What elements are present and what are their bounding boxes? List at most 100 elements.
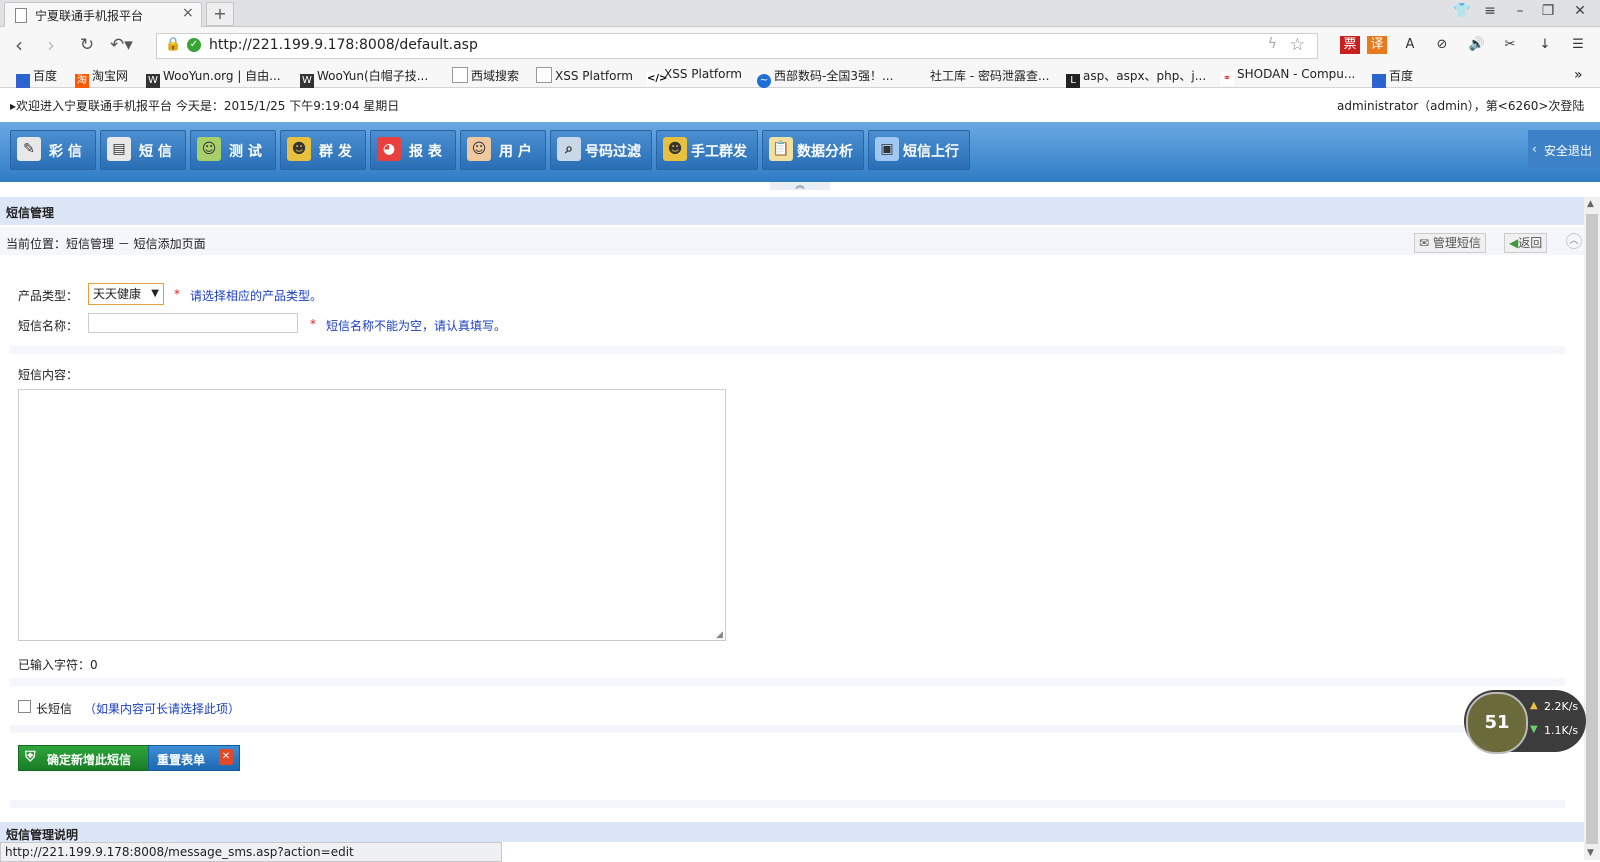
back-icon[interactable]: ‹ [8,33,30,57]
shirt-icon[interactable]: 👕 [1452,3,1472,19]
sms-name-input[interactable] [88,313,298,333]
bookmark-item[interactable]: 社工库 - 密码泄露查... [930,67,1049,84]
menu-item-sms[interactable]: ▤ 短 信 [100,130,186,170]
forward-icon[interactable]: › [40,33,62,57]
sms-name-hint: 短信名称不能为空，请认真填写。 [326,319,507,333]
url-text[interactable]: http://221.199.9.178:8008/default.asp [209,37,478,53]
menu-item-test[interactable]: ☺ 测 试 [190,130,276,170]
menu-item-broadcast[interactable]: ☻ 群 发 [280,130,366,170]
upload-speed: 2.2K/s [1544,700,1579,713]
required-mark: * [310,317,316,331]
bookmark-item[interactable]: 西域搜索 [452,67,519,84]
product-type-select[interactable]: 天天健康 ▼ [88,283,164,305]
new-tab-button[interactable]: + [206,2,234,26]
menu-icon[interactable]: ☰ [1568,36,1588,54]
download-arrow-icon: ▼ [1530,724,1538,735]
breadcrumb-text: 当前位置：短信管理 － 短信添加页面 [6,237,206,251]
sms-name-label: 短信名称： [18,319,79,333]
reset-button[interactable]: 重置表单 ✕ [148,745,240,771]
menu-item-data-analysis[interactable]: 📋 数据分析 [762,130,864,170]
restore-icon[interactable]: ❐ [1538,3,1558,19]
scroll-up-icon[interactable]: ▲ [1587,199,1594,209]
lock-icon: 🔒 [165,37,182,52]
back-button[interactable]: ◀返回 [1504,233,1548,253]
menu-icon[interactable]: ≡ [1480,3,1500,19]
user-icon: ☺ [467,137,491,161]
speed-logo: 51 [1466,692,1528,754]
browser-tab[interactable]: 宁夏联通手机报平台 × [4,2,202,27]
speaker-icon[interactable]: 🔊 [1467,36,1487,54]
compass-icon[interactable]: ⊘ [1432,36,1452,54]
divider [10,725,1565,733]
submit-button[interactable]: ⛨ 确定新增此短信 [18,745,150,771]
collapse-menu-toggle[interactable]: ︽ [770,182,830,191]
logout-button[interactable]: ‹ 安全退出 [1528,130,1600,168]
lightning-icon[interactable]: ϟ [1268,36,1277,52]
download-icon[interactable]: ↓ [1535,36,1555,54]
dropdown-arrow-icon: ▼ [151,288,159,299]
address-bar[interactable]: 🔒 ✓ http://221.199.9.178:8008/default.as… [156,33,1318,59]
browser-navbar: ‹ › ↻ ↶▾ 🔒 ✓ http://221.199.9.178:8008/d… [0,27,1600,63]
divider [10,678,1565,686]
menu-item-users[interactable]: ☺ 用 户 [460,130,546,170]
long-sms-label: 长短信 [36,702,73,716]
footer-section-title: 短信管理说明 [6,828,79,842]
scroll-down-icon[interactable]: ▼ [1587,848,1594,858]
welcome-text: ▸欢迎进入宁夏联通手机报平台 今天是：2015/1/25 下午9:19:04 星… [10,99,400,113]
long-sms-checkbox[interactable] [18,700,31,713]
char-count: 已输入字符：0 [18,658,98,672]
star-icon[interactable]: ☆ [1290,35,1305,55]
pie-chart-icon: ◕ [377,137,401,161]
menu-item-sms-uplink[interactable]: ▣ 短信上行 [868,130,970,170]
product-type-label: 产品类型： [18,289,79,303]
edit-icon: ✎ [17,137,41,161]
ticket-extension-icon[interactable]: 票 [1340,36,1360,54]
divider [10,346,1565,354]
adblock-icon[interactable]: A [1400,36,1420,54]
menu-item-mms[interactable]: ✎ 彩 信 [10,130,96,170]
content-label: 短信内容： [18,368,79,382]
bookmark-item[interactable]: ⚭ SHODAN - Compu... [1220,67,1355,86]
bookmark-item[interactable]: </>XSS Platform [647,67,742,86]
footer-section-header: 短信管理说明 [0,822,1584,842]
browser-tabbar: 宁夏联通手机报平台 × + 👕 ≡ – ❐ ✕ [0,0,1600,27]
page-icon [15,8,27,23]
bookmark-item[interactable]: 🐾 百度 [1372,67,1413,88]
close-window-icon[interactable]: ✕ [1570,3,1590,19]
manage-sms-button[interactable]: ✉ 管理短信 [1414,233,1486,253]
filter-icon: ⌕ [557,137,581,161]
bookmark-item[interactable]: 淘淘宝网 [75,67,128,88]
download-speed: 1.1K/s [1544,724,1579,737]
bookmark-item[interactable]: W WooYun(白帽子技... [300,67,428,88]
main-menu: ✎ 彩 信 ▤ 短 信 ☺ 测 试 ☻ 群 发 ◕ 报 表 ☺ 用 户 ⌕ 号码… [0,122,1600,182]
bookmark-item[interactable]: XSS Platform [536,67,633,83]
welcome-bar: ▸欢迎进入宁夏联通手机报平台 今天是：2015/1/25 下午9:19:04 星… [0,88,1600,120]
resize-handle-icon[interactable]: ◢ [716,630,723,640]
bookmark-item[interactable]: Lasp、aspx、php、j... [1066,67,1206,88]
bookmark-item[interactable]: 🐾 百度 [16,67,57,88]
product-type-hint: 请选择相应的产品类型。 [190,289,323,303]
shield-check-icon: ⛨ [25,749,36,765]
chevron-left-icon: ‹ [1532,142,1537,156]
bookmark-item[interactable]: W WooYun.org | 自由... [146,67,281,88]
minimize-icon[interactable]: – [1510,3,1530,19]
undo-icon[interactable]: ↶▾ [110,33,133,57]
scrollbar-thumb[interactable] [1586,214,1598,844]
chat-icon: ☺ [197,137,221,161]
collapse-up-icon[interactable]: ︿ [1566,233,1582,249]
translate-extension-icon[interactable]: 译 [1367,36,1387,54]
breadcrumb: 当前位置：短信管理 － 短信添加页面 ✉ 管理短信 ◀返回 ︿ [0,227,1584,255]
reload-icon[interactable]: ↻ [76,33,98,57]
bookmark-item[interactable]: ~ 西部数码-全国3强！... [757,67,893,88]
menu-item-number-filter[interactable]: ⌕ 号码过滤 [550,130,652,170]
menu-item-reports[interactable]: ◕ 报 表 [370,130,456,170]
chevron-more-icon[interactable]: » [1574,67,1583,83]
close-tab-icon[interactable]: × [182,5,194,21]
scissors-icon[interactable]: ✂ [1500,36,1520,54]
status-url: http://221.199.9.178:8008/message_sms.as… [5,845,354,859]
sms-content-textarea[interactable] [18,389,726,641]
network-speed-widget[interactable]: 51 ▲ 2.2K/s ▼ 1.1K/s [1464,690,1586,754]
menu-item-manual-broadcast[interactable]: ☻ 手工群发 [656,130,758,170]
long-sms-hint: （如果内容可长请选择此项） [84,702,241,716]
shield-icon: ✓ [187,38,201,52]
